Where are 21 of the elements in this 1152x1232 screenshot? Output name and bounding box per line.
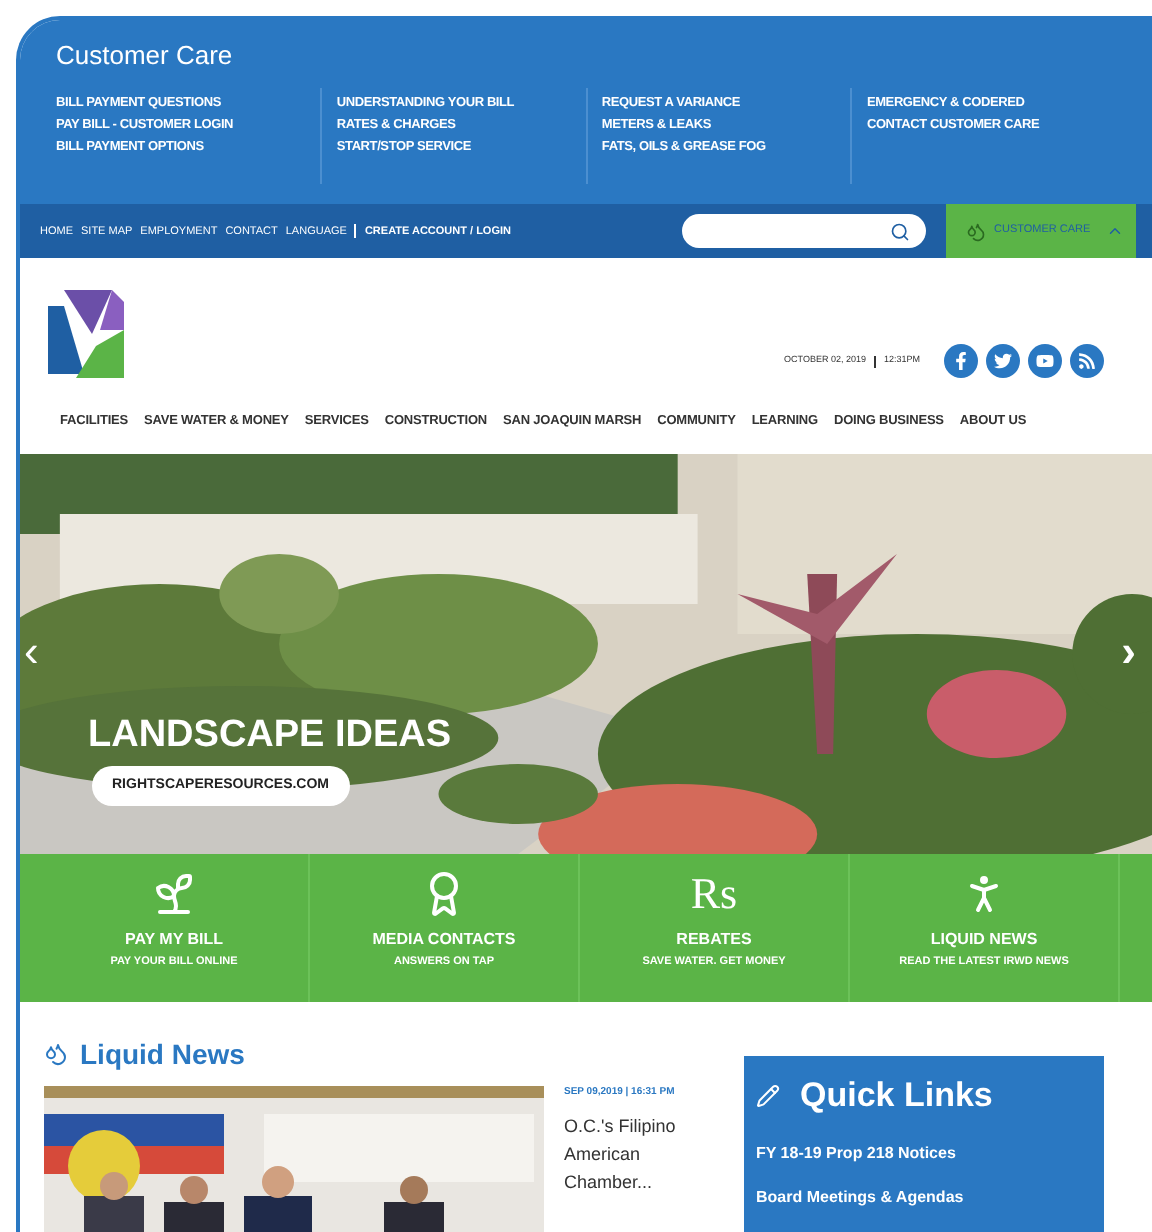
plant-icon — [150, 870, 198, 918]
pencil-icon — [756, 1084, 780, 1108]
quick-link[interactable]: FY 18-19 Prop 218 Notices — [756, 1144, 1104, 1164]
droplets-icon — [44, 1042, 68, 1066]
droplets-icon — [966, 221, 986, 242]
search-icon — [890, 221, 910, 242]
facebook-icon[interactable] — [944, 344, 978, 379]
hero-title: LANDSCAPE IDEAS — [88, 714, 452, 758]
panel-title: Quick Links — [800, 1076, 993, 1116]
menu-title: Customer Care — [56, 40, 235, 72]
rss-icon[interactable] — [1070, 344, 1104, 379]
quick-link[interactable]: Board Meetings & Agendas — [756, 1188, 1104, 1208]
carousel-prev-arrow[interactable]: ‹ — [24, 630, 39, 674]
logo-icon — [44, 286, 128, 383]
news-headline[interactable]: O.C.'s Filipino American Chamber... — [564, 1111, 724, 1195]
youtube-icon[interactable] — [1028, 344, 1062, 379]
search-field[interactable] — [682, 214, 926, 249]
rebates-logo: Rs — [690, 870, 738, 918]
section-title: Liquid News — [80, 1038, 245, 1070]
twitter-icon[interactable] — [986, 344, 1020, 379]
carousel-next-arrow[interactable]: › — [1121, 630, 1136, 674]
